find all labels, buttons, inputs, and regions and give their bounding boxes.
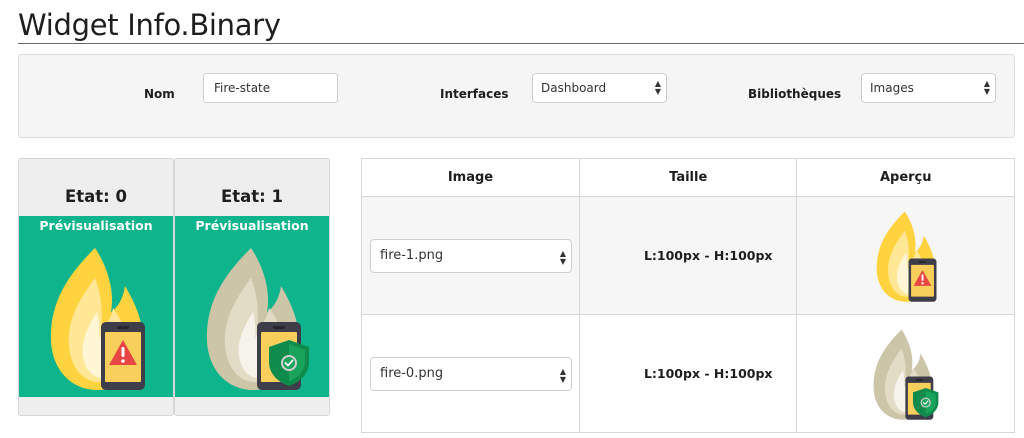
image-select[interactable]: fire-0.png ▲ ▼	[370, 356, 572, 391]
image-select-value: fire-1.png	[380, 247, 444, 263]
table-header-row: Image Taille Aperçu	[361, 158, 1015, 197]
fire-safe-icon	[206, 248, 309, 390]
image-select[interactable]: fire-1.png ▲ ▼	[370, 238, 572, 273]
table-row: fire-0.png ▲ ▼ L:100px - H:100px	[361, 314, 1015, 433]
preview-cell	[796, 314, 1015, 433]
preview-cell	[796, 196, 1015, 315]
size-cell: L:100px - H:100px	[578, 196, 798, 315]
image-cell: fire-0.png ▲ ▼	[361, 314, 580, 433]
page-title: Widget Info.Binary	[18, 8, 281, 42]
state-title: Etat: 0	[64, 187, 127, 206]
interfaces-label: Interfaces	[440, 87, 509, 101]
name-label: Nom	[144, 87, 175, 101]
libraries-select-value: Images	[870, 81, 914, 95]
image-select-value: fire-0.png	[380, 365, 444, 381]
fire-warning-icon	[876, 211, 937, 302]
fire-safe-icon	[873, 329, 939, 420]
widget-form-panel: Nom Fire-state Interfaces Dashboard ▲ ▼ B…	[18, 54, 1015, 138]
libraries-select[interactable]: Images ▲ ▼	[861, 73, 996, 103]
name-input[interactable]: Fire-state	[203, 73, 338, 103]
size-cell: L:100px - H:100px	[578, 314, 798, 433]
select-arrows-icon: ▲ ▼	[654, 79, 661, 96]
select-arrows-icon: ▲ ▼	[559, 248, 566, 266]
preview-area: Prévisualisation	[19, 216, 173, 397]
interfaces-select[interactable]: Dashboard ▲ ▼	[532, 73, 667, 103]
column-header-size: Taille	[578, 158, 798, 197]
column-header-preview: Aperçu	[796, 158, 1015, 197]
interfaces-select-value: Dashboard	[541, 81, 607, 95]
select-arrows-icon: ▲ ▼	[559, 366, 566, 384]
image-cell: fire-1.png ▲ ▼	[361, 196, 580, 315]
libraries-label: Bibliothèques	[748, 87, 842, 101]
preview-label: Prévisualisation	[39, 218, 153, 233]
table-row: fire-1.png ▲ ▼ L:100px - H:100px	[361, 196, 1015, 315]
state-card-0: Etat: 0 Prévisualisation	[18, 158, 174, 416]
fire-warning-icon	[50, 248, 145, 390]
preview-label: Prévisualisation	[195, 218, 309, 233]
image-table: Image Taille Aperçu fire-1.png ▲ ▼ L:100p…	[361, 158, 1015, 433]
select-arrows-icon: ▲ ▼	[983, 79, 990, 96]
preview-area: Prévisualisation	[175, 216, 329, 397]
title-divider	[18, 43, 1024, 44]
column-header-image: Image	[361, 158, 580, 197]
state-title: Etat: 1	[220, 187, 283, 206]
state-card-1: Etat: 1 Prévisualisation	[174, 158, 330, 416]
